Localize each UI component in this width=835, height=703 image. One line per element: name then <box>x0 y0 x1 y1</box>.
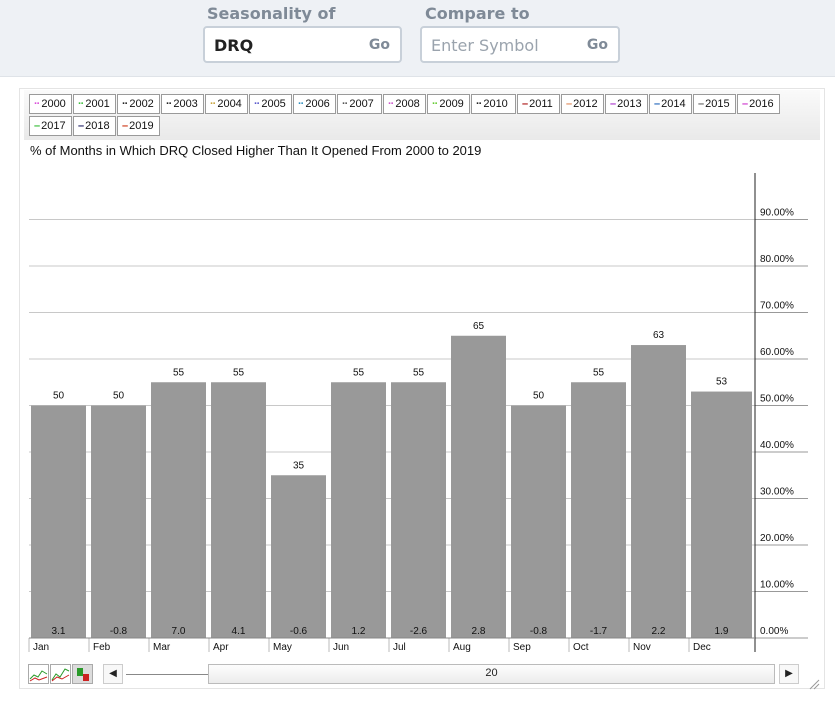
bar-chart-icon[interactable] <box>72 664 93 684</box>
x-tick-label: Sep <box>513 642 531 653</box>
bar-value-label: 53 <box>716 377 728 388</box>
bar-mar <box>151 382 206 638</box>
avg-change-label: -2.6 <box>410 626 428 637</box>
x-tick-label: May <box>273 642 292 653</box>
x-tick-label: Apr <box>213 642 229 653</box>
bar-dec <box>691 391 752 638</box>
range-slider[interactable]: 20 <box>208 664 775 684</box>
bar-feb <box>91 405 146 638</box>
y-tick-label: 40.00% <box>760 440 794 451</box>
y-tick-label: 20.00% <box>760 533 794 544</box>
bar-value-label: 65 <box>473 321 485 332</box>
x-tick-label: Jan <box>33 642 49 653</box>
avg-change-label: -0.8 <box>530 626 548 637</box>
bar-value-label: 55 <box>593 367 605 378</box>
y-tick-label: 70.00% <box>760 301 794 312</box>
avg-change-label: -0.6 <box>290 626 308 637</box>
bar-value-label: 50 <box>533 391 545 402</box>
line-chart-icon[interactable] <box>28 664 49 684</box>
bar-aug <box>451 335 506 638</box>
scroll-left-button[interactable]: ◀ <box>103 664 123 684</box>
bar-value-label: 55 <box>413 367 425 378</box>
avg-change-label: -0.8 <box>110 626 128 637</box>
resize-grip-icon[interactable] <box>808 678 820 690</box>
avg-change-label: 3.1 <box>52 626 66 637</box>
y-tick-label: 80.00% <box>760 254 794 265</box>
x-tick-label: Jun <box>333 642 349 653</box>
bar-value-label: 55 <box>173 367 185 378</box>
scroll-right-button[interactable]: ▶ <box>779 664 799 684</box>
navigator-track <box>126 674 208 675</box>
y-tick-label: 60.00% <box>760 347 794 358</box>
avg-change-label: 1.2 <box>352 626 366 637</box>
bar-value-label: 50 <box>53 391 65 402</box>
bar-apr <box>211 382 266 638</box>
bar-jun <box>331 382 386 638</box>
avg-change-label: 4.1 <box>232 626 246 637</box>
range-value: 20 <box>485 667 498 679</box>
bar-value-label: 35 <box>293 460 305 471</box>
seasonality-bar-chart: 0.00% 10.00% 20.00% 30.00% 40.00% 50.00% 60.00… <box>28 173 808 653</box>
bar-value-label: 63 <box>653 330 665 341</box>
bar-nov <box>631 345 686 638</box>
bar-jul <box>391 382 446 638</box>
y-tick-label: 50.00% <box>760 394 794 405</box>
y-tick-label: 10.00% <box>760 580 794 591</box>
bar-oct <box>571 382 626 638</box>
avg-change-label: 7.0 <box>172 626 186 637</box>
avg-change-label: -1.7 <box>590 626 608 637</box>
multi-line-icon[interactable] <box>50 664 71 684</box>
x-tick-label: Feb <box>93 642 111 653</box>
x-tick-label: Nov <box>633 642 651 653</box>
y-tick-label: 90.00% <box>760 208 794 219</box>
bar-value-label: 55 <box>353 367 365 378</box>
bar-may <box>271 475 326 638</box>
x-tick-label: Oct <box>573 642 589 653</box>
bar-sep <box>511 405 566 638</box>
y-tick-label: 30.00% <box>760 487 794 498</box>
x-tick-label: Jul <box>393 642 406 653</box>
y-tick-label: 0.00% <box>760 626 788 637</box>
avg-change-label: 1.9 <box>715 626 729 637</box>
bar-jan <box>31 405 86 638</box>
x-tick-label: Aug <box>453 642 471 653</box>
bar-value-label: 50 <box>113 391 125 402</box>
avg-change-label: 2.2 <box>652 626 666 637</box>
avg-change-label: 2.8 <box>472 626 486 637</box>
bar-value-label: 55 <box>233 367 245 378</box>
x-tick-label: Dec <box>693 642 711 653</box>
x-tick-label: Mar <box>153 642 171 653</box>
